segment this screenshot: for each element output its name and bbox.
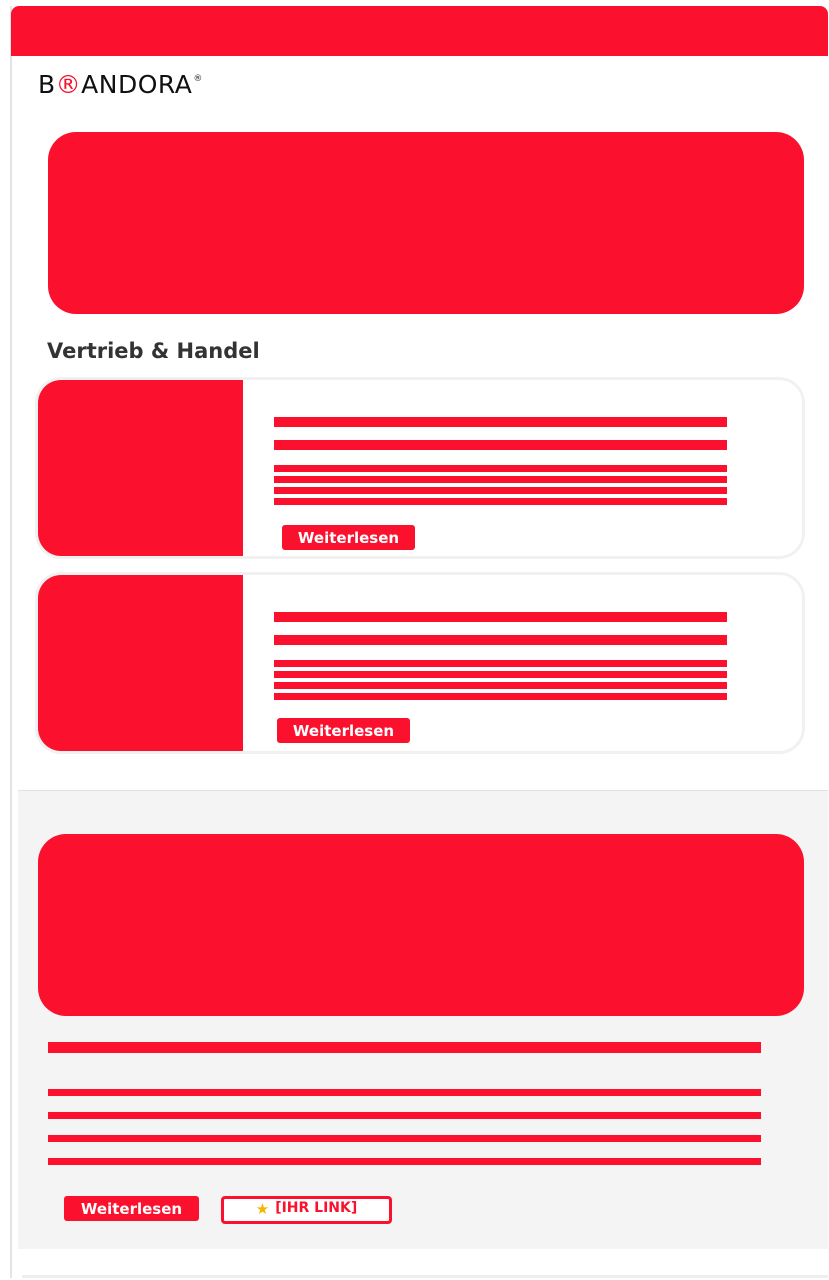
section-title: Vertrieb & Handel (47, 339, 260, 363)
text-line (274, 465, 727, 472)
read-more-button[interactable]: Weiterlesen (277, 718, 410, 743)
brand-logo: B ® ANDORA ® (38, 70, 203, 99)
article-thumbnail (38, 575, 243, 751)
read-more-button[interactable]: Weiterlesen (282, 525, 415, 550)
text-line (48, 1135, 761, 1142)
article-card: Weiterlesen (35, 572, 805, 754)
text-line (274, 660, 727, 667)
text-line (274, 693, 727, 700)
headline-line (274, 635, 727, 645)
read-more-button[interactable]: Weiterlesen (64, 1196, 199, 1221)
headline-line (274, 440, 727, 450)
star-icon: ★ (255, 1200, 270, 1218)
custom-link-button[interactable]: ★ [IHR LINK] (221, 1196, 392, 1224)
article-thumbnail (38, 380, 243, 556)
text-line (274, 487, 727, 494)
link-label: [IHR LINK] (275, 1200, 358, 1216)
headline-line (48, 1042, 761, 1053)
text-line (274, 671, 727, 678)
text-line (274, 476, 727, 483)
hero-banner (48, 132, 804, 314)
divider (22, 1275, 828, 1278)
headline-line (274, 612, 727, 622)
feature-banner (38, 834, 804, 1016)
text-line (274, 498, 727, 505)
header-bar (11, 6, 828, 56)
headline-line (274, 417, 727, 427)
text-line (48, 1158, 761, 1165)
text-line (274, 682, 727, 689)
text-line (48, 1112, 761, 1119)
article-card: Weiterlesen (35, 377, 805, 559)
text-line (48, 1089, 761, 1096)
